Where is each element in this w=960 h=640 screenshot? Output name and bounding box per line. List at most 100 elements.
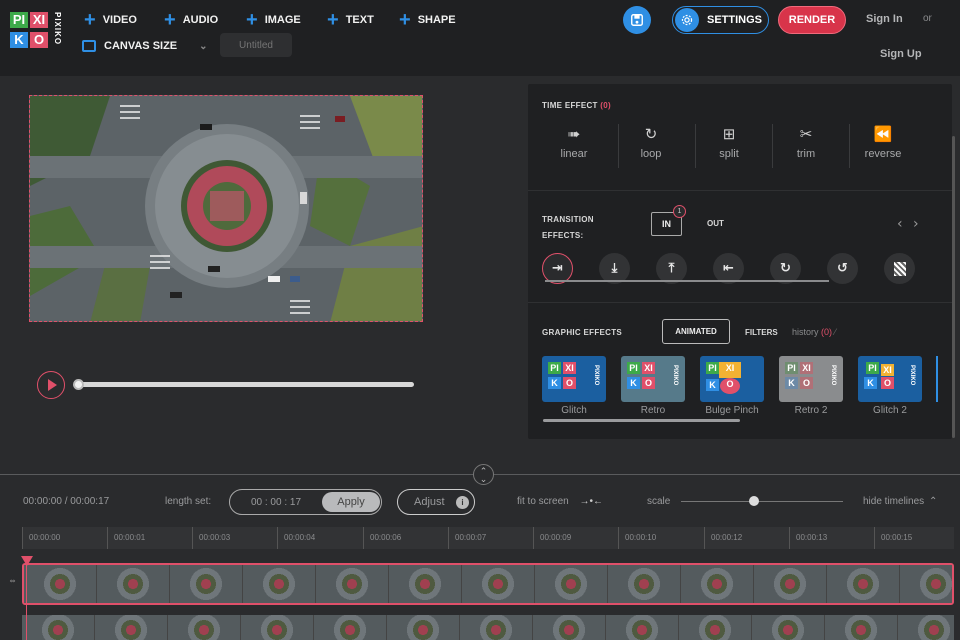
time-effect-split[interactable]: ⊞ split: [699, 126, 759, 160]
canvas-size-label: CANVAS SIZE: [104, 40, 178, 52]
separator: [618, 124, 619, 168]
settings-button[interactable]: SETTINGS: [672, 6, 769, 34]
sign-in-link[interactable]: Sign In: [866, 13, 903, 25]
clip-frame-thumbnail: [168, 615, 241, 640]
save-button[interactable]: [623, 6, 651, 34]
chevron-right-icon[interactable]: ›: [913, 216, 919, 232]
video-preview[interactable]: [29, 95, 423, 322]
length-value[interactable]: 00 : 00 : 17: [230, 497, 322, 508]
rotate-cw-icon: ↻: [780, 261, 791, 276]
ruler-tick: 00:00:12: [704, 527, 742, 549]
clip-frame-thumbnail: [827, 565, 900, 603]
time-effect-label: split: [719, 148, 739, 160]
effect-caption: Glitch 2: [873, 405, 907, 416]
render-button[interactable]: RENDER: [778, 6, 846, 34]
timeline-resize-handle[interactable]: ⌃ ⌄: [473, 464, 494, 485]
or-text: or: [923, 13, 932, 24]
timeline-ruler[interactable]: 00:00:00 00:00:01 00:00:03 00:00:04 00:00:06…: [22, 527, 954, 549]
clip-frame-thumbnail: [170, 565, 243, 603]
time-effect-reverse[interactable]: ⏪ reverse: [853, 126, 913, 160]
apply-button[interactable]: Apply: [322, 492, 380, 512]
hide-timelines-button[interactable]: hide timelines ⌃: [863, 496, 937, 507]
adjust-button[interactable]: Adjust i: [397, 489, 475, 515]
clip-frame-thumbnail: [316, 565, 389, 603]
time-effect-count: (0): [600, 101, 611, 110]
transition-scrollbar[interactable]: [545, 280, 829, 282]
transition-rotate-ccw[interactable]: ↺: [827, 253, 858, 284]
filters-tab[interactable]: FILTERS: [745, 328, 778, 337]
add-shape-button[interactable]: + SHAPE: [399, 10, 456, 30]
canvas-size-dropdown[interactable]: CANVAS SIZE ⌄: [82, 37, 208, 55]
time-effect-loop[interactable]: ↻ loop: [621, 126, 681, 160]
clip-frame-thumbnail: [608, 565, 681, 603]
add-video-label: VIDEO: [102, 14, 137, 26]
add-image-button[interactable]: + IMAGE: [246, 10, 301, 30]
slide-left-icon: ⇤: [723, 261, 734, 276]
logo-side-text: PIXIKO: [53, 12, 62, 46]
effect-caption: Glitch: [561, 405, 587, 416]
effect-caption: Bulge Pinch: [705, 405, 759, 416]
clip-frame-thumbnail: [679, 615, 752, 640]
section-divider: [528, 302, 952, 303]
ruler-tick: 00:00:06: [363, 527, 401, 549]
top-bar: PI XI K O PIXIKO + VIDEO + AUDIO + IMAGE + T…: [0, 0, 960, 76]
time-effect-trim[interactable]: ✂ trim: [776, 126, 836, 160]
history-link[interactable]: history (0) ⁄: [792, 327, 836, 337]
ruler-tick: 00:00:03: [192, 527, 230, 549]
clip-frame-thumbnail: [535, 565, 608, 603]
add-text-button[interactable]: + TEXT: [327, 10, 374, 30]
ruler-tick: 00:00:07: [448, 527, 486, 549]
expand-collapse-icon: ⌃ ⌄: [479, 465, 488, 484]
clip-frame-thumbnail: [533, 615, 606, 640]
seek-bar[interactable]: [73, 379, 414, 390]
playhead-marker[interactable]: [21, 556, 33, 566]
chevron-left-icon[interactable]: ‹: [897, 216, 903, 232]
graphic-effect-retro-2[interactable]: PI XI K O PIXIKO Retro 2: [779, 356, 843, 416]
graphic-effect-bulge-pinch[interactable]: PI XI K O Bulge Pinch: [700, 356, 764, 416]
clip-frame-thumbnail: [606, 615, 679, 640]
play-icon: [48, 379, 57, 391]
separator: [772, 124, 773, 168]
graphic-effect-glitch[interactable]: PI XI K O PIXIKO Glitch: [542, 356, 606, 416]
pixiko-logo[interactable]: PI XI K O PIXIKO: [10, 12, 62, 50]
effect-thumbnail: PI XI K O PIXIKO: [621, 356, 685, 402]
track-drag-handle[interactable]: ⇕: [7, 578, 15, 584]
graphic-effect-retro[interactable]: PI XI K O PIXIKO Retro: [621, 356, 685, 416]
fit-to-screen-button[interactable]: fit to screen →•←: [517, 496, 603, 507]
animated-tab[interactable]: ANIMATED: [662, 319, 730, 344]
transition-dissolve[interactable]: [884, 253, 915, 284]
clip-frame-thumbnail: [460, 615, 533, 640]
time-effect-label: loop: [640, 148, 662, 160]
length-set-field[interactable]: 00 : 00 : 17 Apply: [229, 489, 382, 515]
logo-cell: XI: [30, 12, 48, 28]
project-title-input[interactable]: [220, 33, 292, 57]
clip-frame-thumbnail: [241, 615, 314, 640]
graphic-effect-glitch-2[interactable]: PI XI K O PIXIKO Glitch 2: [858, 356, 922, 416]
second-track-clip[interactable]: [22, 615, 954, 640]
transition-out-tab[interactable]: OUT: [707, 219, 724, 228]
play-button[interactable]: [37, 371, 65, 399]
panel-scrollbar[interactable]: [952, 136, 955, 438]
ruler-tick: 00:00:00: [22, 527, 60, 549]
add-video-button[interactable]: + VIDEO: [84, 10, 137, 30]
seek-knob[interactable]: [73, 379, 84, 390]
video-track-clip[interactable]: [22, 563, 954, 605]
slide-down-icon: ⤓: [611, 261, 618, 276]
time-effect-linear[interactable]: ➠ linear: [544, 126, 604, 160]
effect-thumbnail: PI XI K O PIXIKO: [858, 356, 922, 402]
slide-up-icon: ⤒: [668, 261, 675, 276]
logo-cell: O: [30, 32, 48, 48]
transition-in-badge: 1: [673, 205, 686, 218]
effects-scrollbar[interactable]: [543, 419, 740, 422]
ruler-tick: 00:00:04: [277, 527, 315, 549]
add-audio-button[interactable]: + AUDIO: [164, 9, 218, 31]
scale-slider-knob[interactable]: [748, 496, 759, 506]
scale-slider[interactable]: [681, 501, 843, 502]
plus-icon: +: [164, 9, 176, 31]
time-effect-label: linear: [560, 148, 588, 160]
sign-up-link[interactable]: Sign Up: [880, 48, 922, 60]
effect-thumbnail: PI XI K O PIXIKO: [779, 356, 843, 402]
slide-right-icon: ⇥: [552, 261, 563, 276]
length-set-label: length set:: [165, 496, 212, 507]
add-shape-label: SHAPE: [417, 14, 456, 26]
